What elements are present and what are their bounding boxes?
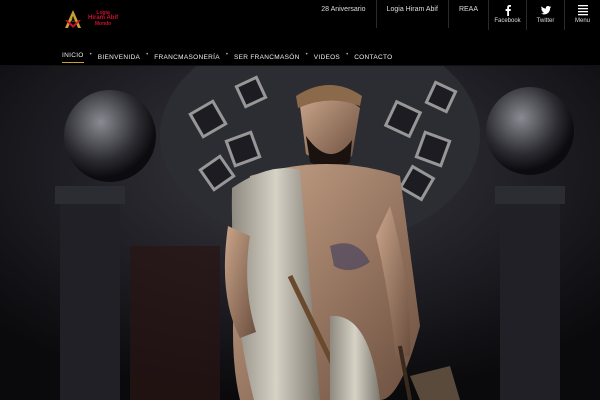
logo-text: Logia Hiram Abif Mondo (88, 10, 118, 28)
facebook-link[interactable]: Facebook (488, 0, 526, 30)
compass-square-logo-icon: G (62, 8, 84, 30)
nav-separator: • (146, 51, 149, 58)
logo-line-3: Mondo (94, 20, 112, 27)
main-navigation: Inicio • Bienvenida • Francmasonería • S… (0, 42, 600, 66)
nav-item-videos[interactable]: Videos (314, 54, 340, 61)
nav-item-francmasoneria[interactable]: Francmasonería (154, 54, 220, 61)
twitter-link[interactable]: Twitter (526, 0, 564, 30)
nav-separator: • (89, 51, 92, 58)
nav-item-bienvenida[interactable]: Bienvenida (98, 54, 140, 61)
nav-item-inicio[interactable]: Inicio (62, 52, 84, 63)
toplink-logia[interactable]: Logia Hiram Abif (375, 0, 448, 28)
nav-separator: • (225, 51, 228, 58)
menu-label: Menu (574, 18, 590, 24)
nav-separator: • (346, 51, 349, 58)
facebook-icon (505, 5, 511, 16)
twitter-label: Twitter (536, 18, 555, 24)
nav-item-ser-francmason[interactable]: Ser Francmasón (234, 54, 300, 61)
nav-separator: • (305, 51, 308, 58)
svg-text:G: G (71, 19, 75, 24)
toplink-reaa[interactable]: REAA (447, 0, 488, 28)
nav-list: Inicio • Bienvenida • Francmasonería • S… (62, 52, 392, 63)
hiram-abif-painting-icon (0, 66, 600, 400)
nav-item-contacto[interactable]: Contacto (354, 54, 392, 61)
site-logo[interactable]: G Logia Hiram Abif Mondo (62, 8, 118, 30)
toplink-aniversario[interactable]: 28 Aniversario (311, 0, 375, 28)
twitter-icon (540, 6, 551, 15)
top-links: 28 Aniversario Logia Hiram Abif REAA Fac… (311, 0, 600, 36)
top-bar: G Logia Hiram Abif Mondo 28 Aniversario … (0, 0, 600, 42)
menu-button[interactable]: Menu (564, 0, 600, 30)
hero-image (0, 66, 600, 400)
facebook-label: Facebook (494, 18, 521, 24)
hamburger-menu-icon (577, 5, 588, 16)
